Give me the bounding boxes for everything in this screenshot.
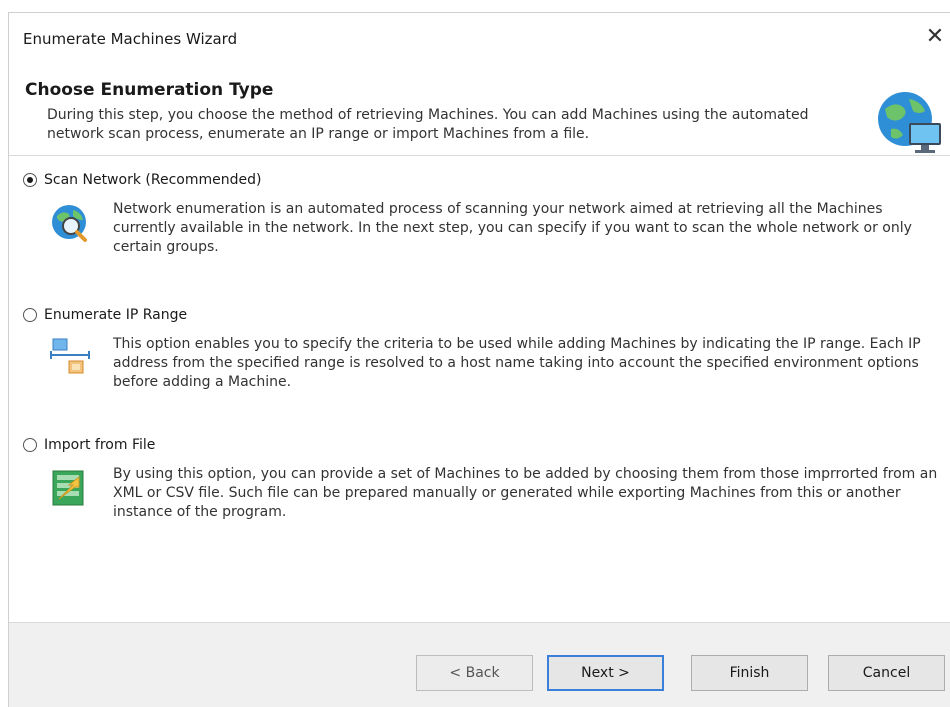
option-label: Enumerate IP Range bbox=[44, 307, 188, 323]
radio-enumerate-ip-range[interactable]: Enumerate IP Range bbox=[23, 305, 945, 325]
button-bar: < Back Next > Finish Cancel bbox=[9, 623, 950, 707]
radio-button[interactable] bbox=[23, 173, 37, 187]
option-body: By using this option, you can provide a … bbox=[23, 465, 945, 522]
back-button[interactable]: < Back bbox=[416, 655, 533, 691]
option-import-from-file: Import from File By using this option, y… bbox=[23, 435, 945, 522]
window-title: Enumerate Machines Wizard bbox=[23, 30, 238, 48]
option-description: By using this option, you can provide a … bbox=[113, 466, 938, 520]
next-button[interactable]: Next > bbox=[547, 655, 664, 691]
radio-button[interactable] bbox=[23, 308, 37, 322]
title-bar: Enumerate Machines Wizard ✕ bbox=[9, 13, 950, 59]
option-description: Network enumeration is an automated proc… bbox=[113, 201, 912, 255]
ip-range-icon bbox=[50, 338, 90, 374]
option-body: Network enumeration is an automated proc… bbox=[23, 200, 945, 257]
globe-monitor-icon bbox=[878, 92, 941, 153]
wizard-header: Choose Enumeration Type During this step… bbox=[9, 59, 950, 156]
option-label: Import from File bbox=[44, 437, 156, 453]
wizard-dialog: Enumerate Machines Wizard ✕ Choose Enume… bbox=[8, 12, 950, 707]
page-description: During this step, you choose the method … bbox=[47, 107, 809, 142]
option-description: This option enables you to specify the c… bbox=[113, 336, 921, 390]
close-icon[interactable]: ✕ bbox=[921, 23, 949, 51]
import-file-icon bbox=[52, 470, 84, 506]
globe-magnifier-icon bbox=[52, 205, 87, 242]
options-panel: Scan Network (Recommended) Network enume… bbox=[9, 156, 950, 623]
finish-button[interactable]: Finish bbox=[691, 655, 808, 691]
option-body: This option enables you to specify the c… bbox=[23, 335, 945, 392]
radio-import-from-file[interactable]: Import from File bbox=[23, 435, 945, 455]
page-title: Choose Enumeration Type bbox=[25, 80, 274, 100]
option-scan-network: Scan Network (Recommended) Network enume… bbox=[23, 170, 945, 257]
cancel-button[interactable]: Cancel bbox=[828, 655, 945, 691]
option-label: Scan Network (Recommended) bbox=[44, 172, 262, 188]
radio-scan-network[interactable]: Scan Network (Recommended) bbox=[23, 170, 945, 190]
option-enumerate-ip-range: Enumerate IP Range This option enables y… bbox=[23, 305, 945, 392]
radio-button[interactable] bbox=[23, 438, 37, 452]
